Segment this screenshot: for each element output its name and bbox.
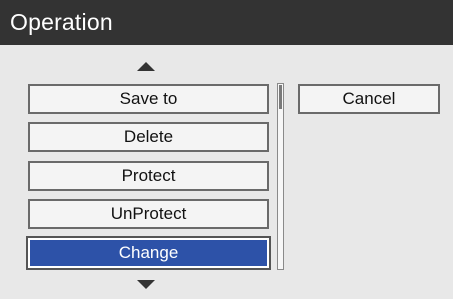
unprotect-button[interactable]: UnProtect: [28, 199, 269, 229]
menu-scrollbar[interactable]: [277, 83, 284, 270]
delete-button[interactable]: Delete: [28, 122, 269, 152]
scroll-down-icon[interactable]: [137, 280, 155, 289]
save-to-button[interactable]: Save to: [28, 84, 269, 114]
cancel-button[interactable]: Cancel: [298, 84, 440, 114]
protect-button[interactable]: Protect: [28, 161, 269, 191]
operation-dialog: Operation Save to Delete Protect UnProte…: [0, 0, 453, 299]
change-button[interactable]: Change: [26, 236, 271, 270]
dialog-title: Operation: [0, 0, 453, 45]
scroll-up-icon[interactable]: [137, 62, 155, 71]
scrollbar-thumb[interactable]: [279, 85, 282, 109]
